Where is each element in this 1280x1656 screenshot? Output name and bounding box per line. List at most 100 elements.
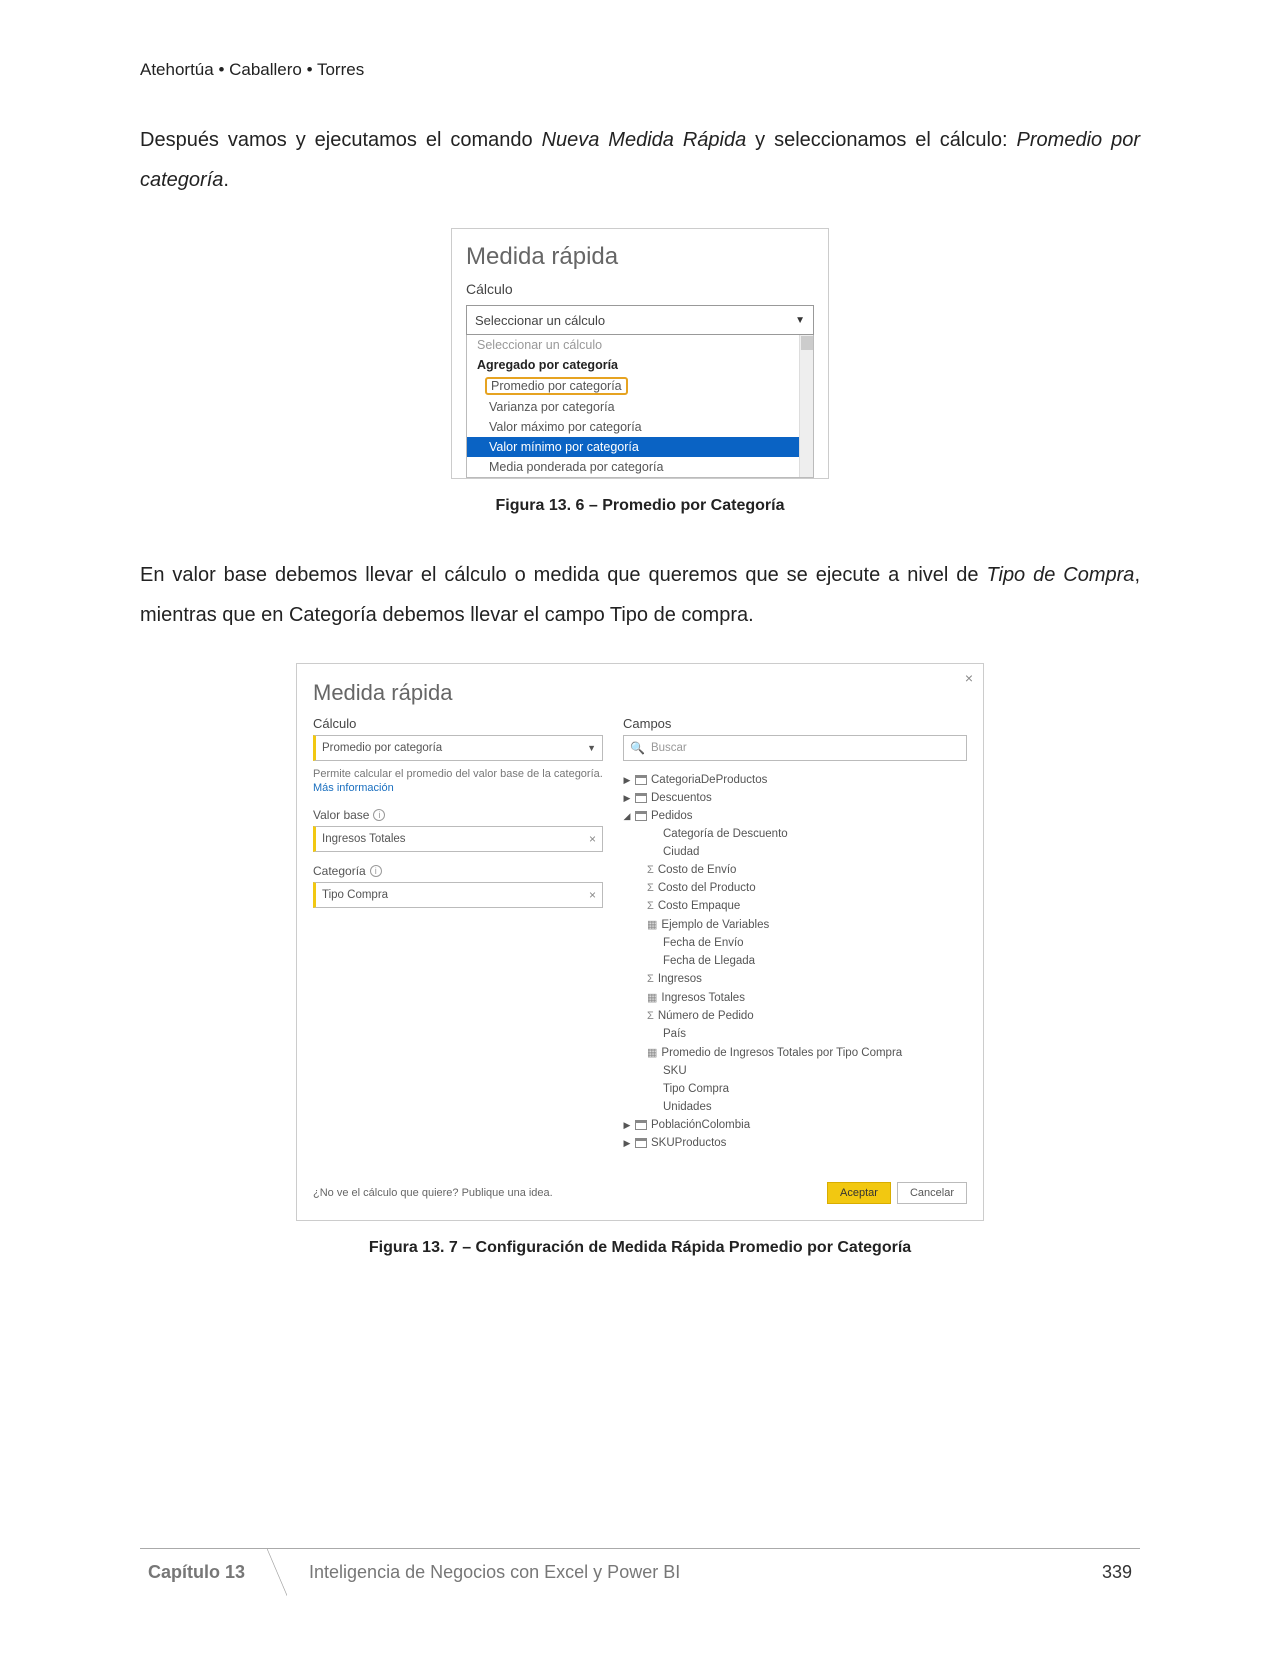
tree-field[interactable]: ΣCosto del Producto [623,879,967,897]
tree-table[interactable]: ▶ PoblaciónColombia [623,1116,967,1134]
calc-value: Promedio por categoría [322,742,442,754]
dropdown-item-promedio[interactable]: Promedio por categoría [467,375,813,397]
calc-label: Cálculo [466,281,814,297]
tree-table[interactable]: ▶ Descuentos [623,789,967,807]
tree-label: País [663,1028,686,1040]
table-icon [635,775,647,785]
book-title: Inteligencia de Negocios con Excel y Pow… [287,1562,680,1583]
scrollbar[interactable] [799,335,813,477]
em: Nueva Medida Rápida [542,129,747,151]
paragraph-1: Después vamos y ejecutamos el comando Nu… [140,120,1140,200]
tree-label: Fecha de Envío [663,937,744,949]
calc-field[interactable]: Promedio por categoría ▼ [313,735,603,761]
figure-caption-6: Figura 13. 6 – Promedio por Categoría [496,497,785,515]
text: y seleccionamos el cálculo: [746,129,1016,151]
clear-icon[interactable]: × [589,832,596,846]
tree-field[interactable]: ▦ Promedio de Ingresos Totales por Tipo C… [623,1043,967,1062]
sigma-icon: Σ [647,864,654,876]
dropdown-item-media[interactable]: Media ponderada por categoría [467,457,813,477]
valorbase-field[interactable]: Ingresos Totales × [313,826,603,852]
scroll-thumb[interactable] [801,336,813,350]
dropdown-item-varianza[interactable]: Varianza por categoría [467,397,813,417]
tree-label: Fecha de Llegada [663,955,755,967]
tree-field[interactable]: Fecha de Llegada [623,952,967,970]
tree-label: Promedio de Ingresos Totales por Tipo Co… [661,1047,902,1059]
tree-field[interactable]: Ciudad [623,843,967,861]
tree-field[interactable]: ΣIngresos [623,970,967,988]
quick-measure-dialog-1: Medida rápida Cálculo Seleccionar un cál… [451,228,829,479]
tree-field[interactable]: País [623,1025,967,1043]
clear-icon[interactable]: × [589,888,596,902]
close-icon[interactable]: × [965,670,973,686]
tree-field[interactable]: SKU [623,1062,967,1080]
tree-table[interactable]: ◢Pedidos [623,807,967,825]
valorbase-label: Valor base i [313,808,603,822]
measure-icon: ▦ [647,1046,657,1059]
figure-caption-7: Figura 13. 7 – Configuración de Medida R… [369,1239,911,1257]
chevron-right-icon: ▶ [623,1120,631,1131]
combo-text: Seleccionar un cálculo [475,313,605,328]
accept-button[interactable]: Aceptar [827,1182,891,1204]
dialog-title: Medida rápida [466,243,814,271]
tree-label: PoblaciónColombia [651,1119,750,1131]
tree-field[interactable]: ▦Ejemplo de Variables [623,915,967,934]
measure-icon: ▦ [647,991,657,1004]
tree-label: CategoriaDeProductos [651,774,767,786]
tree-table[interactable]: ▶SKUProductos [623,1134,967,1152]
search-icon: 🔍 [630,741,645,755]
tree-field[interactable]: Σ Costo de Envío [623,861,967,879]
cancel-button[interactable]: Cancelar [897,1182,967,1204]
dropdown-item-max[interactable]: Valor máximo por categoría [467,417,813,437]
campos-label: Campos [623,716,967,731]
dropdown-placeholder: Seleccionar un cálculo [467,335,813,355]
page-number: 339 [1102,1562,1140,1583]
tree-field[interactable]: Fecha de Envío [623,934,967,952]
tree-field[interactable]: Tipo Compra [623,1080,967,1098]
left-column: Cálculo Promedio por categoría ▼ Permite… [313,716,603,1152]
tree-label: Descuentos [651,792,712,804]
tree-label: Pedidos [651,810,693,822]
paragraph-2: En valor base debemos llevar el cálculo … [140,555,1140,635]
calc-dropdown: Seleccionar un cálculo Agregado por cate… [466,335,814,478]
highlight-orange: Promedio por categoría [485,377,628,395]
sigma-icon: Σ [647,900,654,912]
tree-label: Ciudad [663,846,699,858]
table-icon [635,1138,647,1148]
em: Tipo de Compra [986,564,1134,586]
search-input[interactable]: 🔍 Buscar [623,735,967,761]
calc-combo[interactable]: Seleccionar un cálculo ▼ [466,305,814,335]
tree-field[interactable]: Categoría de Descuento [623,825,967,843]
more-info-link[interactable]: Más información [313,782,394,794]
tree-label: Ingresos Totales [661,992,745,1004]
chevron-right-icon: ▶ [623,793,631,804]
tree-field[interactable]: Unidades [623,1098,967,1116]
sigma-icon: Σ [647,973,654,985]
info-icon[interactable]: i [370,865,382,877]
categoria-label: Categoría i [313,864,603,878]
tree-label: Costo del Producto [658,882,756,894]
categoria-field[interactable]: Tipo Compra × [313,882,603,908]
tree-field[interactable]: ▦ Ingresos Totales [623,988,967,1007]
table-icon [635,1120,647,1130]
dropdown-item-min[interactable]: Valor mínimo por categoría [467,437,813,457]
sigma-icon: Σ [647,1010,654,1022]
table-icon [635,811,647,821]
tree-field[interactable]: Σ Número de Pedido [623,1007,967,1025]
tree-label: Número de Pedido [658,1010,754,1022]
tree-table[interactable]: ▶CategoriaDeProductos [623,771,967,789]
info-icon[interactable]: i [373,809,385,821]
measure-icon: ▦ [647,918,657,931]
text: Permite calcular el promedio del valor b… [313,768,603,780]
search-placeholder: Buscar [651,742,687,754]
calc-description: Permite calcular el promedio del valor b… [313,767,603,796]
tree-label: Tipo Compra [663,1083,729,1095]
tree-label: Costo de Envío [658,864,737,876]
footer-question[interactable]: ¿No ve el cálculo que quiere? Publique u… [313,1187,553,1199]
chevron-down-icon: ▼ [795,315,805,326]
tree-label: Unidades [663,1101,712,1113]
tree-field[interactable]: ΣCosto Empaque [623,897,967,915]
fields-tree: ▶CategoriaDeProductos ▶Descuentos ◢Pedid… [623,771,967,1152]
page-footer: Capítulo 13 Inteligencia de Negocios con… [140,1548,1140,1596]
text: . [223,169,229,191]
quick-measure-dialog-2: × Medida rápida Cálculo Promedio por cat… [296,663,984,1221]
